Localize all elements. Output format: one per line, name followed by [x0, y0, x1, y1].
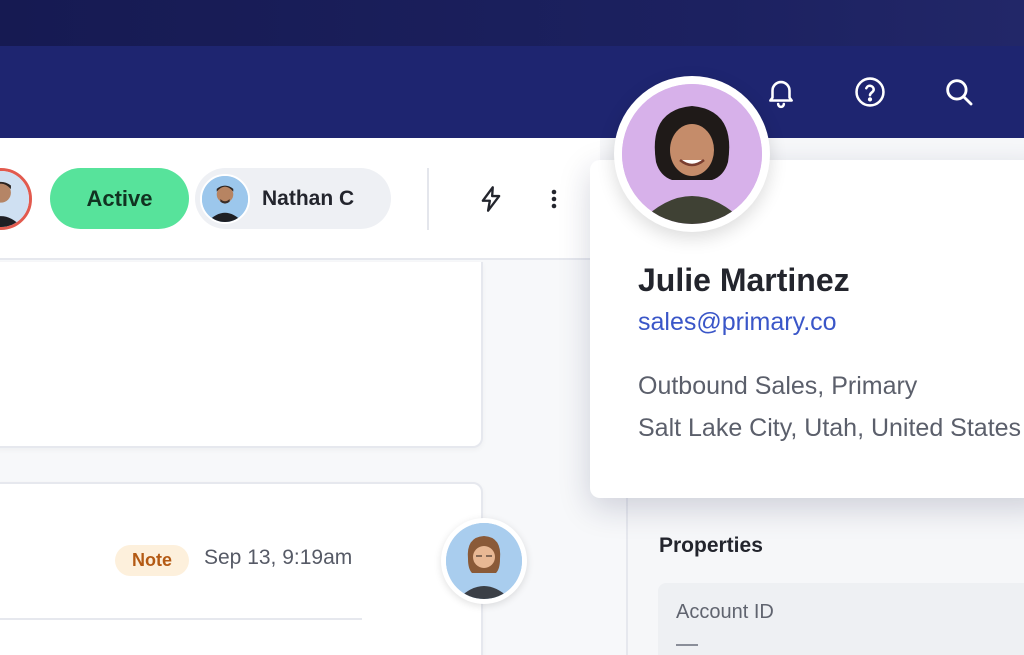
- lightning-icon[interactable]: [473, 178, 509, 220]
- more-vertical-icon[interactable]: [536, 178, 572, 220]
- properties-title: Properties: [659, 534, 763, 557]
- contact-title: Outbound Sales, Primary: [638, 372, 918, 400]
- activity-card: [0, 262, 483, 448]
- contact-location: Salt Lake City, Utah, United States: [638, 414, 1022, 442]
- bell-icon[interactable]: [761, 72, 801, 112]
- owner-name: Nathan C: [262, 186, 355, 210]
- app-top-strip: [0, 0, 1024, 46]
- contact-email-link[interactable]: sales@primary.co: [638, 308, 837, 337]
- owner-chip[interactable]: Nathan C: [195, 168, 391, 229]
- search-icon[interactable]: [939, 72, 979, 112]
- property-empty-value: [676, 644, 698, 646]
- property-label: Account ID: [676, 601, 774, 623]
- toolbar-divider: [427, 168, 429, 230]
- note-badge-label: Note: [132, 550, 172, 570]
- avatar[interactable]: [441, 518, 527, 604]
- contact-name: Julie Martinez: [638, 262, 850, 298]
- note-divider: [0, 618, 362, 620]
- status-badge[interactable]: Active: [50, 168, 189, 229]
- note-timestamp: Sep 13, 9:19am: [204, 546, 353, 569]
- note-badge: Note: [115, 545, 189, 576]
- avatar: [200, 173, 250, 224]
- avatar: [614, 76, 770, 232]
- status-label: Active: [86, 185, 153, 211]
- help-icon[interactable]: [850, 72, 890, 112]
